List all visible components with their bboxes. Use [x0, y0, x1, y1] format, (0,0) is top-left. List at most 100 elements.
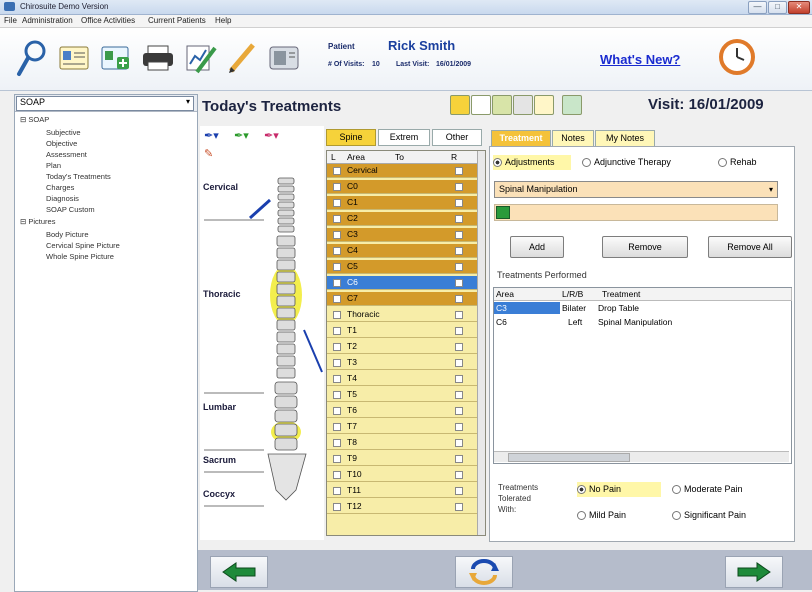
eraser-icon[interactable]: ✎	[204, 147, 213, 160]
whats-new-link[interactable]: What's New?	[600, 52, 680, 67]
checkbox-left[interactable]	[333, 199, 341, 207]
area-list-row[interactable]: T2	[327, 340, 477, 354]
arrow-left-icon[interactable]	[562, 95, 582, 115]
checkbox-left[interactable]	[333, 407, 341, 415]
tab-other[interactable]: Other	[432, 129, 482, 146]
checkbox-right[interactable]	[455, 327, 463, 335]
maximize-button[interactable]: □	[768, 1, 787, 14]
minimize-button[interactable]: —	[748, 1, 767, 14]
checkbox-right[interactable]	[455, 455, 463, 463]
area-list-row[interactable]: T6	[327, 404, 477, 418]
pink-pen-icon[interactable]: ✒▾	[264, 129, 279, 142]
tree-pictures-root[interactable]: ⊟ Pictures	[20, 217, 55, 226]
green-pen-icon[interactable]: ✒▾	[234, 129, 249, 142]
tree-soap-root[interactable]: ⊟ SOAP	[20, 115, 49, 124]
grid-cell-lrb[interactable]: Bilater	[562, 302, 586, 314]
area-list-row[interactable]: T10	[327, 468, 477, 482]
menu-office-activities[interactable]: Office Activities	[81, 16, 135, 25]
add-patient-icon[interactable]	[94, 36, 138, 80]
checkbox-left[interactable]	[333, 167, 341, 175]
checkbox-right[interactable]	[455, 247, 463, 255]
tree-item-charges[interactable]: Charges	[46, 183, 74, 192]
tree-item-objective[interactable]: Objective	[46, 139, 77, 148]
search-icon[interactable]	[10, 36, 54, 80]
checkbox-left[interactable]	[333, 487, 341, 495]
checkbox-left[interactable]	[333, 375, 341, 383]
remove-button[interactable]: Remove	[602, 236, 688, 258]
add-note-icon[interactable]	[496, 206, 510, 219]
tree-item-diagnosis[interactable]: Diagnosis	[46, 194, 79, 203]
checkbox-right[interactable]	[455, 279, 463, 287]
checkbox-left[interactable]	[333, 439, 341, 447]
area-list-row[interactable]: C4	[327, 244, 477, 258]
checkbox-left[interactable]	[333, 311, 341, 319]
patient-card-icon[interactable]	[52, 36, 96, 80]
pencil-icon[interactable]	[220, 36, 264, 80]
grid-cell-treatment[interactable]: Spinal Manipulation	[598, 316, 672, 328]
area-list-row[interactable]: C3	[327, 228, 477, 242]
area-list-row[interactable]: T9	[327, 452, 477, 466]
checkbox-left[interactable]	[333, 359, 341, 367]
checkbox-left[interactable]	[333, 247, 341, 255]
document-icon[interactable]	[471, 95, 491, 115]
tree-item-soap-custom[interactable]: SOAP Custom	[46, 205, 95, 214]
notes-icon[interactable]	[450, 95, 470, 115]
back-button[interactable]	[210, 556, 268, 588]
spine-illustration[interactable]	[200, 160, 324, 540]
area-list-row[interactable]: C5	[327, 260, 477, 274]
checkbox-right[interactable]	[455, 407, 463, 415]
forward-button[interactable]	[725, 556, 783, 588]
tree-item-cervical-spine-picture[interactable]: Cervical Spine Picture	[46, 241, 120, 250]
grid-cell-lrb[interactable]: Left	[568, 316, 582, 328]
checkbox-right[interactable]	[455, 231, 463, 239]
tree-item-body-picture[interactable]: Body Picture	[46, 230, 89, 239]
checkbox-right[interactable]	[455, 311, 463, 319]
grid-hscrollbar[interactable]	[494, 451, 789, 462]
area-list-row[interactable]: T3	[327, 356, 477, 370]
checkbox-left[interactable]	[333, 327, 341, 335]
clock-icon[interactable]	[718, 38, 756, 76]
checkbox-right[interactable]	[455, 391, 463, 399]
edit-note-icon[interactable]	[492, 95, 512, 115]
area-list-row[interactable]: C7	[327, 292, 477, 306]
list-scrollbar[interactable]	[477, 151, 485, 535]
area-list-row[interactable]: C2	[327, 212, 477, 226]
radio-moderate-pain[interactable]: Moderate Pain	[672, 482, 743, 497]
area-list-row[interactable]: Cervical	[327, 164, 477, 178]
checkbox-left[interactable]	[333, 503, 341, 511]
area-list-row[interactable]: T7	[327, 420, 477, 434]
checkbox-left[interactable]	[333, 231, 341, 239]
checkbox-right[interactable]	[455, 215, 463, 223]
tree-item-todays-treatments[interactable]: Today's Treatments	[46, 172, 111, 181]
checkbox-right[interactable]	[455, 471, 463, 479]
checkbox-left[interactable]	[333, 215, 341, 223]
checkbox-left[interactable]	[333, 263, 341, 271]
radio-adjunctive-therapy[interactable]: Adjunctive Therapy	[582, 155, 671, 170]
radio-adjustments[interactable]: Adjustments	[493, 155, 571, 170]
checkbox-right[interactable]	[455, 343, 463, 351]
checkbox-right[interactable]	[455, 359, 463, 367]
area-list-row[interactable]: T8	[327, 436, 477, 450]
checkbox-right[interactable]	[455, 375, 463, 383]
tab-spine[interactable]: Spine	[326, 129, 376, 146]
area-list-row[interactable]: T11	[327, 484, 477, 498]
tab-extrem[interactable]: Extrem	[378, 129, 430, 146]
area-list-row[interactable]: C1	[327, 196, 477, 210]
checkbox-right[interactable]	[455, 423, 463, 431]
close-button[interactable]: ✕	[788, 1, 810, 14]
checkbox-right[interactable]	[455, 183, 463, 191]
remove-all-button[interactable]: Remove All	[708, 236, 792, 258]
technique-select[interactable]: Spinal Manipulation ▾	[494, 181, 778, 198]
menu-file[interactable]: File	[4, 16, 17, 25]
view-select[interactable]: SOAP ▾	[16, 96, 194, 111]
scroll-thumb[interactable]	[508, 453, 630, 462]
checkbox-right[interactable]	[455, 199, 463, 207]
tree-item-plan[interactable]: Plan	[46, 161, 61, 170]
tree-item-whole-spine-picture[interactable]: Whole Spine Picture	[46, 252, 114, 261]
checkbox-right[interactable]	[455, 439, 463, 447]
area-list-row[interactable]: Thoracic	[327, 308, 477, 322]
area-list-row[interactable]: T1	[327, 324, 477, 338]
radio-significant-pain[interactable]: Significant Pain	[672, 508, 746, 523]
blue-pen-icon[interactable]: ✒▾	[204, 129, 219, 142]
technique-note-field[interactable]	[494, 204, 778, 221]
